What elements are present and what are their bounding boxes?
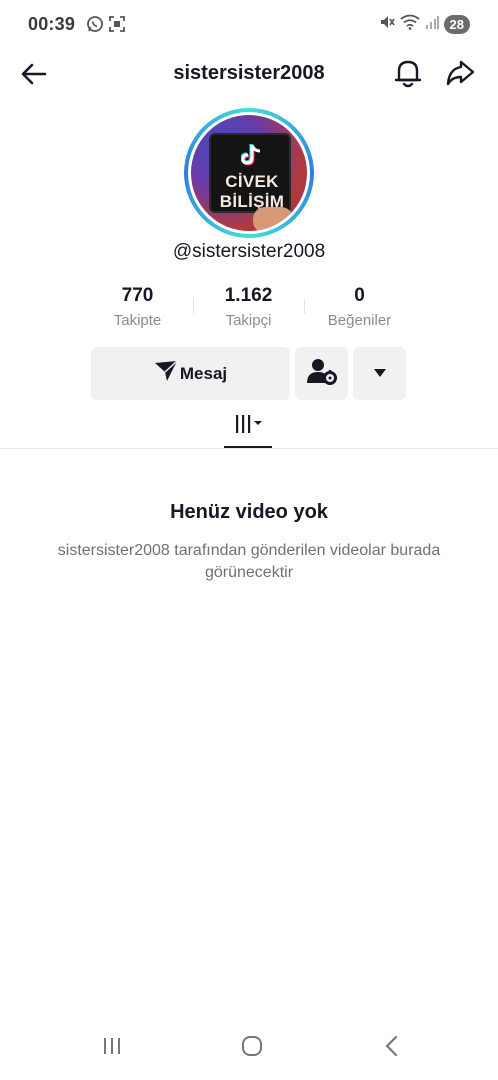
stat-value: 1.162 <box>224 285 273 306</box>
empty-state-description: sistersister2008 tarafından gönderilen v… <box>57 542 441 581</box>
avatar-ring[interactable]: CİVEK BİLİŞİM <box>184 108 314 238</box>
user-settings-button[interactable] <box>295 347 348 400</box>
avatar-hand <box>253 207 293 231</box>
user-settings-icon <box>306 357 338 390</box>
wifi-icon <box>399 14 420 35</box>
avatar[interactable]: CİVEK BİLİŞİM <box>191 115 307 231</box>
caret-down-icon <box>373 365 387 383</box>
videos-grid-icon <box>235 414 263 441</box>
bell-icon[interactable] <box>393 57 423 89</box>
mute-icon <box>379 14 395 35</box>
action-buttons: Mesaj <box>91 347 406 400</box>
stat-label: Beğeniler <box>327 312 392 329</box>
tab-divider <box>0 448 498 449</box>
share-icon[interactable] <box>444 57 476 89</box>
home-icon[interactable] <box>240 1034 264 1063</box>
username: @sistersister2008 <box>172 241 326 262</box>
avatar-text-line1: CİVEK <box>225 172 279 191</box>
status-bar: 00:39 28 <box>0 0 498 52</box>
stat-label: Takipçi <box>225 312 272 329</box>
header: sistersister2008 <box>0 52 498 94</box>
screenshot-icon <box>108 15 126 38</box>
status-icons-left <box>86 15 126 38</box>
stat-followers[interactable]: 1.162 Takipçi <box>193 284 304 334</box>
stat-label: Takipte <box>113 312 162 329</box>
send-icon <box>154 360 178 387</box>
nav-back-icon[interactable] <box>382 1034 402 1063</box>
message-button[interactable]: Mesaj <box>91 347 290 400</box>
avatar-sign: CİVEK BİLİŞİM <box>209 133 291 213</box>
signal-icon <box>425 15 439 34</box>
status-time: 00:39 <box>28 14 76 34</box>
stat-following[interactable]: 770 Takipte <box>82 284 193 334</box>
message-button-label: Mesaj <box>179 363 228 383</box>
page-title: sistersister2008 <box>173 62 325 84</box>
whatsapp-icon <box>86 15 104 38</box>
stat-value: 770 <box>121 285 154 306</box>
stat-value: 0 <box>354 285 365 306</box>
tab-videos[interactable] <box>224 410 272 448</box>
stats-row: 770 Takipte 1.162 Takipçi 0 Beğeniler <box>82 284 416 334</box>
empty-state-title: Henüz video yok <box>170 501 328 523</box>
tiktok-logo-icon <box>240 143 263 172</box>
status-icons-right: 28 <box>379 14 470 35</box>
stat-likes[interactable]: 0 Beğeniler <box>304 284 415 334</box>
recents-icon[interactable] <box>100 1034 124 1063</box>
profile-screen: 00:39 28 sistersister2008 CİVEK BİLİŞİM … <box>0 0 498 1080</box>
more-options-button[interactable] <box>353 347 406 400</box>
battery-icon: 28 <box>443 15 470 34</box>
system-nav-bar <box>0 1022 498 1080</box>
